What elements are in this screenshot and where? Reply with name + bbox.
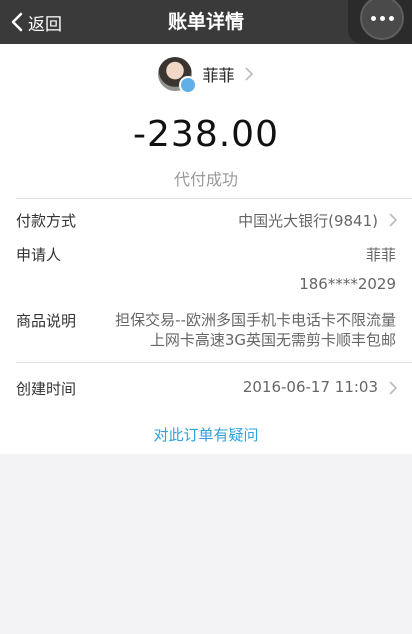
dot-icon <box>388 15 394 21</box>
goods-desc-line-2: 上网卡高速3G英国无需剪卡顺丰包邮 <box>149 331 396 349</box>
divider <box>16 362 412 363</box>
created-time-value[interactable]: 2016-06-17 11:03 <box>243 378 378 396</box>
dot-icon <box>379 15 385 21</box>
chevron-right-icon <box>389 213 397 227</box>
user-name: 菲菲 <box>202 66 235 85</box>
bill-amount: -238.00 <box>133 114 279 155</box>
more-menu-area <box>348 0 412 44</box>
navigation-bar: 返回 账单详情 <box>0 0 412 44</box>
bill-detail-card: 菲菲 -238.00 代付成功 付款方式 中国光大银行(9841) 申请人 菲菲… <box>0 44 412 454</box>
applicant-label: 申请人 <box>16 246 62 264</box>
verified-badge-icon <box>179 76 198 94</box>
payment-method-value[interactable]: 中国光大银行(9841) <box>238 210 378 231</box>
avatar <box>158 57 198 94</box>
user-row[interactable]: 菲菲 <box>0 56 412 94</box>
goods-desc-line-1: 担保交易--欧洲多国手机卡电话卡不限流量 <box>115 311 396 329</box>
bill-status: 代付成功 <box>173 170 238 189</box>
more-options-button[interactable] <box>360 0 404 40</box>
applicant-phone: 186****2029 <box>299 275 396 293</box>
dot-icon <box>370 15 376 21</box>
goods-desc-label: 商品说明 <box>16 312 77 330</box>
payment-method-label: 付款方式 <box>16 212 77 230</box>
divider <box>16 198 412 199</box>
chevron-right-icon <box>245 67 253 81</box>
order-dispute-link[interactable]: 对此订单有疑问 <box>0 424 412 445</box>
applicant-name: 菲菲 <box>365 246 396 264</box>
chevron-right-icon <box>389 381 397 395</box>
created-time-label: 创建时间 <box>16 380 77 398</box>
